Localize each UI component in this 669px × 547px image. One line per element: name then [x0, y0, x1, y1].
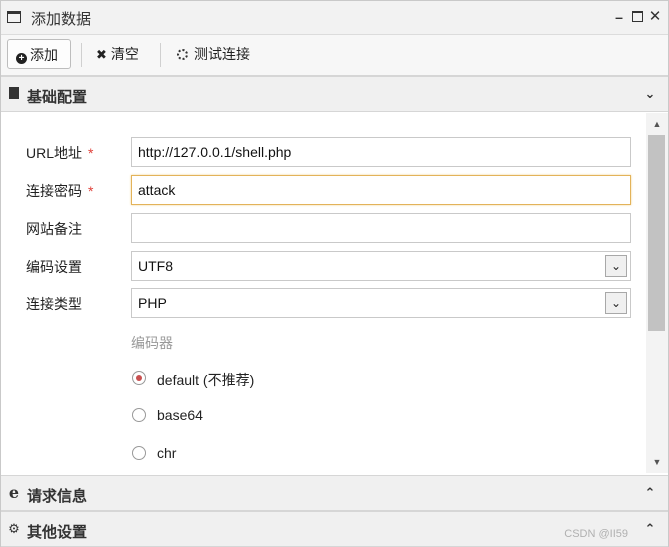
- encoder-title: 编码器: [131, 335, 173, 351]
- section-other-settings-label: 其他设置: [27, 524, 88, 541]
- chevron-down-icon[interactable]: ⌄: [605, 292, 627, 314]
- watermark: CSDN @II59: [564, 528, 628, 540]
- url-input[interactable]: http://127.0.0.1/shell.php: [131, 137, 631, 167]
- clear-button-label: 清空: [110, 46, 139, 62]
- spinner-icon: [177, 49, 188, 60]
- connection-type-label: 连接类型: [26, 296, 82, 312]
- internet-explorer-icon: e: [8, 483, 20, 502]
- encoder-option-label[interactable]: default (不推荐): [157, 370, 254, 390]
- add-button[interactable]: + 添加: [7, 39, 71, 69]
- test-connection-label: 测试连接: [194, 46, 250, 62]
- close-x-icon: ✖: [96, 47, 107, 62]
- minimize-button[interactable]: –: [612, 9, 626, 25]
- encoder-radio-base64[interactable]: [132, 408, 146, 422]
- toolbar-divider: [81, 43, 82, 67]
- maximize-button[interactable]: [630, 9, 644, 25]
- window-icon: [7, 11, 21, 23]
- add-button-label: 添加: [30, 47, 58, 63]
- password-input[interactable]: attack: [131, 175, 631, 205]
- scroll-thumb[interactable]: [648, 135, 665, 331]
- window-title: 添加数据: [31, 11, 92, 28]
- add-data-window: 添加数据 – ✕ + 添加 ✖ 清空 测试连接 基础配置 ⌄ URL地址 * http…: [0, 0, 669, 547]
- note-input[interactable]: [131, 213, 631, 243]
- encoder-radio-chr[interactable]: [132, 446, 146, 460]
- close-button[interactable]: ✕: [648, 9, 662, 25]
- scroll-down-icon[interactable]: ▼: [646, 453, 668, 471]
- toolbar-divider: [160, 43, 161, 67]
- clear-button[interactable]: ✖ 清空: [96, 39, 139, 69]
- encoding-select[interactable]: UTF8 ⌄: [131, 251, 631, 281]
- scroll-up-icon[interactable]: ▲: [646, 115, 668, 133]
- note-label: 网站备注: [26, 221, 82, 237]
- encoding-select-value: UTF8: [138, 258, 173, 274]
- title-bar: 添加数据 – ✕: [1, 1, 668, 35]
- encoder-radio-default[interactable]: [132, 371, 146, 385]
- encoder-option-label[interactable]: chr: [157, 445, 176, 461]
- chevron-down-icon: ⌄: [644, 86, 656, 101]
- encoding-label: 编码设置: [26, 259, 82, 275]
- connection-type-select[interactable]: PHP ⌄: [131, 288, 631, 318]
- test-connection-button[interactable]: 测试连接: [177, 39, 250, 69]
- connection-type-value: PHP: [138, 295, 167, 311]
- section-request-info-label: 请求信息: [27, 488, 88, 505]
- section-basic-config-label: 基础配置: [27, 89, 88, 106]
- basic-config-form: URL地址 * http://127.0.0.1/shell.php 连接密码 * …: [1, 113, 646, 473]
- password-label: 连接密码 *: [26, 183, 94, 199]
- document-icon: [7, 87, 21, 101]
- section-request-info[interactable]: e 请求信息 ⌃: [1, 475, 668, 511]
- toolbar: + 添加 ✖ 清空 测试连接: [1, 35, 668, 76]
- section-basic-config[interactable]: 基础配置 ⌄: [1, 76, 668, 112]
- plus-circle-icon: +: [16, 53, 27, 64]
- gears-icon: ⚙: [8, 521, 20, 536]
- chevron-up-icon: ⌃: [644, 485, 656, 500]
- chevron-up-icon: ⌃: [644, 521, 656, 536]
- vertical-scrollbar[interactable]: ▲ ▼: [646, 113, 668, 473]
- chevron-down-icon[interactable]: ⌄: [605, 255, 627, 277]
- encoder-option-label[interactable]: base64: [157, 407, 203, 423]
- url-label: URL地址 *: [26, 145, 94, 161]
